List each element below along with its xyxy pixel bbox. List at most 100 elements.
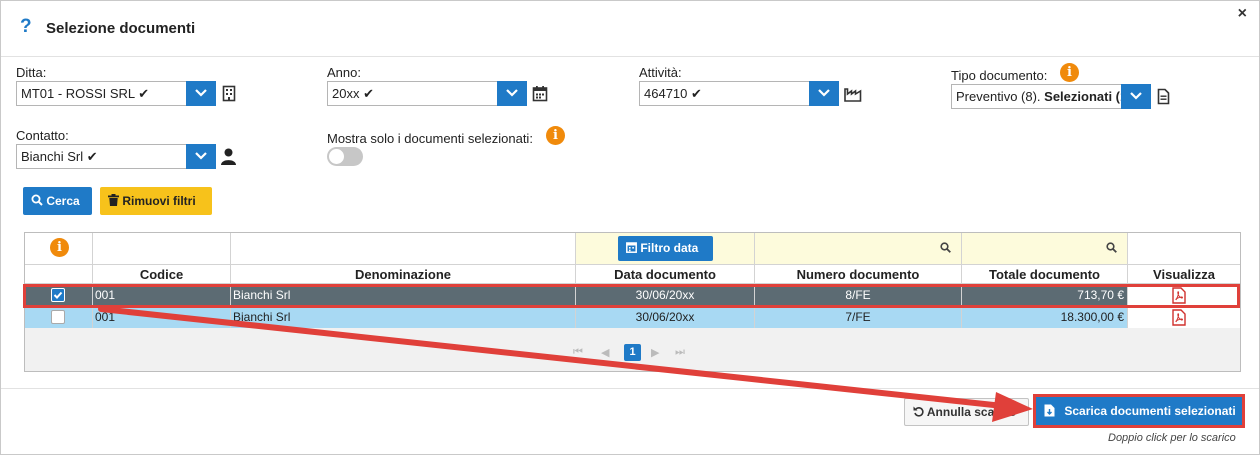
filter-cell-data: Filtro data [576,233,755,264]
attivita-label: Attività: [639,65,682,80]
cell-codice: 001 [93,284,231,306]
contatto-value: Bianchi Srl ✔ [21,149,98,164]
download-file-icon [1044,404,1055,417]
row-checkbox[interactable] [51,310,65,324]
ditta-value: MT01 - ROSSI SRL ✔ [21,86,150,101]
rimuovi-filtri-button[interactable]: Rimuovi filtri [100,187,212,215]
table-row[interactable]: 001 Bianchi Srl 30/06/20xx 7/FE 18.300,0… [25,306,1240,328]
chevron-down-icon[interactable] [186,81,216,106]
filter-cell-codice [93,233,231,264]
mostra-selezionati-label: Mostra solo i documenti selezionati: [327,131,533,146]
column-header-codice[interactable]: Codice [93,265,231,283]
mostra-selezionati-toggle[interactable] [327,147,363,166]
cell-data: 30/06/20xx [576,306,755,328]
cell-data: 30/06/20xx [576,284,755,306]
calendar-icon [626,242,637,253]
chevron-down-icon[interactable] [1121,84,1151,109]
annulla-scarico-label: Annulla scarico [926,405,1017,419]
column-header-numero[interactable]: Numero documento [755,265,962,283]
prev-page-icon[interactable]: ◀ [601,346,609,359]
calendar-icon[interactable] [532,85,548,105]
filtro-data-button[interactable]: Filtro data [618,236,713,261]
attivita-select[interactable]: 464710 ✔ [639,81,839,106]
document-icon[interactable] [1157,88,1170,108]
grid-filter-row: i Filtro data [25,233,1240,265]
next-page-icon[interactable]: ▶ [651,346,659,359]
cell-visualizza [1128,306,1240,328]
row-checkbox[interactable] [51,288,65,302]
chevron-down-icon[interactable] [809,81,839,106]
pdf-icon[interactable] [1172,287,1186,306]
cell-denominazione: Bianchi Srl [231,306,576,328]
filter-cell-totale[interactable] [962,233,1128,264]
row-select-cell[interactable] [25,306,93,328]
footer-divider [1,388,1259,389]
annulla-scarico-button[interactable]: Annulla scarico [904,398,1029,426]
filtro-data-label: Filtro data [640,241,699,255]
column-header-totale[interactable]: Totale documento [962,265,1128,283]
anno-select[interactable]: 20xx ✔ [327,81,527,106]
check-icon [53,291,63,299]
help-icon[interactable]: ? [20,16,32,38]
info-icon[interactable]: i [1060,63,1079,82]
cell-visualizza [1128,284,1240,306]
column-header-data[interactable]: Data documento [576,265,755,283]
ditta-select[interactable]: MT01 - ROSSI SRL ✔ [16,81,216,106]
info-icon[interactable]: i [50,238,69,257]
cell-numero: 8/FE [755,284,962,306]
search-icon [31,194,43,206]
tipo-documento-select[interactable]: Preventivo (8). Selezionati (1 [951,84,1151,109]
anno-value: 20xx ✔ [332,86,374,101]
search-icon[interactable] [1106,242,1117,253]
filter-cell-numero[interactable] [755,233,962,264]
download-hint: Doppio click per lo scarico [1108,432,1236,444]
tipo-documento-selected: Selezionati (1 [1044,89,1121,104]
industry-icon[interactable] [844,86,862,105]
trash-icon [108,194,119,206]
table-row[interactable]: 001 Bianchi Srl 30/06/20xx 8/FE 713,70 € [25,284,1240,306]
dialog-header: ? Selezione documenti × [1,1,1259,57]
user-icon[interactable] [221,148,236,168]
column-header-visualizza: Visualizza [1153,267,1215,282]
cell-numero: 7/FE [755,306,962,328]
chevron-down-icon[interactable] [186,144,216,169]
filter-cell-visualizza [1128,233,1240,264]
documents-grid: i Filtro data Codice Denominazione Data … [24,232,1241,372]
column-header-select [25,265,93,283]
scarica-documenti-label: Scarica documenti selezionati [1064,404,1236,418]
search-icon[interactable] [940,242,951,253]
toggle-knob [329,149,344,164]
close-icon[interactable]: × [1238,5,1247,23]
cell-totale: 713,70 € [962,284,1128,306]
tipo-documento-label: Tipo documento: [951,68,1048,83]
row-select-cell[interactable] [25,284,93,306]
first-page-icon[interactable]: ⏮ [573,346,583,359]
anno-label: Anno: [327,65,361,80]
attivita-value: 464710 ✔ [644,86,702,101]
building-icon[interactable] [222,85,236,105]
page-current[interactable]: 1 [624,344,641,361]
cerca-button[interactable]: Cerca [23,187,92,215]
tipo-documento-value: Preventivo (8). Selezionati (1 [956,89,1121,104]
info-icon[interactable]: i [546,126,565,145]
pdf-icon[interactable] [1172,309,1186,328]
cell-totale: 18.300,00 € [962,306,1128,328]
cerca-label: Cerca [46,194,80,208]
dialog-title: Selezione documenti [46,20,196,37]
rimuovi-filtri-label: Rimuovi filtri [122,194,196,208]
last-page-icon[interactable]: ⏭ [675,346,685,359]
scarica-documenti-button[interactable]: Scarica documenti selezionati [1033,394,1245,428]
grid-header-row: Codice Denominazione Data documento Nume… [25,265,1240,284]
contatto-label: Contatto: [16,128,69,143]
cell-denominazione: Bianchi Srl [231,284,576,306]
ditta-label: Ditta: [16,65,47,80]
filter-cell-select: i [25,233,93,264]
column-header-denominazione[interactable]: Denominazione [231,265,576,283]
chevron-down-icon[interactable] [497,81,527,106]
filter-cell-denominazione [231,233,576,264]
undo-icon [913,406,924,417]
tipo-documento-text: Preventivo (8). [956,89,1045,104]
cell-codice: 001 [93,306,231,328]
contatto-select[interactable]: Bianchi Srl ✔ [16,144,216,169]
dialog: ? Selezione documenti × Ditta: MT01 - RO… [0,0,1260,455]
